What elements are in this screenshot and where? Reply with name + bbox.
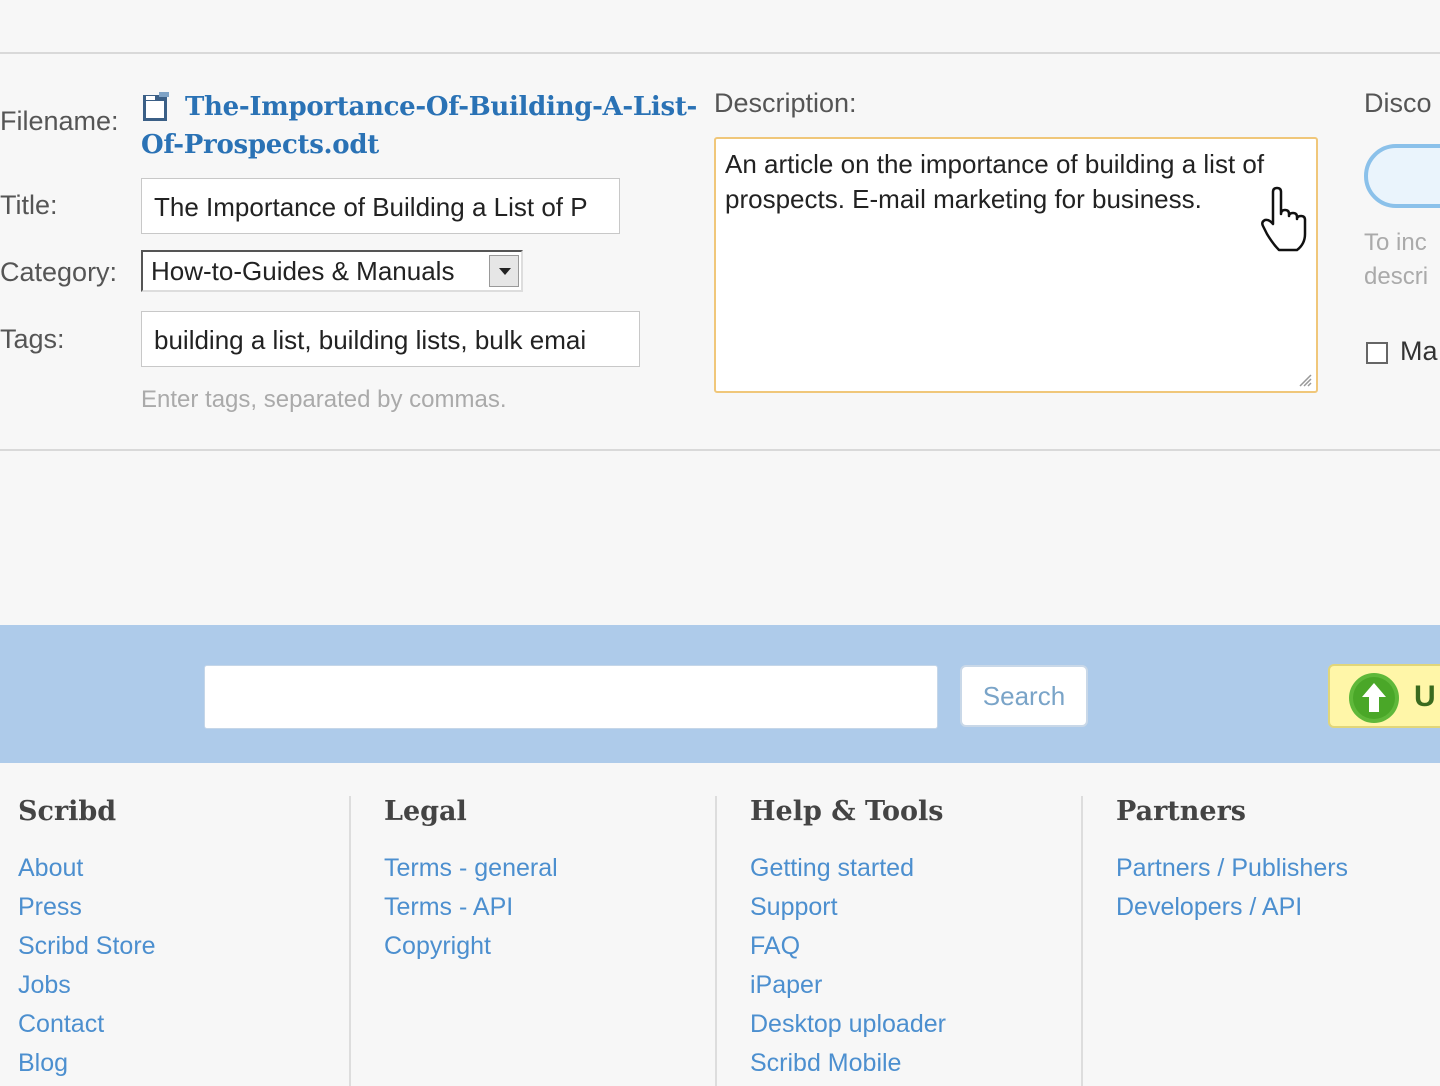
footer-separator [349, 796, 351, 1086]
footer-separator [715, 796, 717, 1086]
category-selected-value: How-to-Guides & Manuals [151, 256, 455, 286]
upload-arrow-icon [1349, 673, 1399, 723]
footer-column-partners: Partners Partners / Publishers Developer… [1116, 796, 1348, 927]
tags-hint: Enter tags, separated by commas. [141, 386, 507, 413]
title-input[interactable]: The Importance of Building a List of P [141, 178, 620, 234]
footer-link-about[interactable]: About [18, 849, 156, 888]
hand-cursor-icon [1261, 186, 1307, 252]
footer-heading: Partners [1116, 796, 1247, 827]
upload-button[interactable]: U [1328, 664, 1440, 728]
description-text: An article on the importance of building… [725, 149, 1265, 214]
footer-column-legal: Legal Terms - general Terms - API Copyri… [384, 796, 558, 966]
filename-link[interactable]: The-Importance-Of-Building-A-List-Of-Pro… [141, 88, 701, 164]
category-select[interactable]: How-to-Guides & Manuals [141, 250, 523, 292]
tags-label: Tags: [0, 324, 65, 354]
footer-heading: Legal [384, 796, 467, 827]
description-textarea[interactable]: An article on the importance of building… [714, 137, 1318, 393]
search-input[interactable] [204, 665, 938, 729]
footer-column-help-tools: Help & Tools Getting started Support FAQ… [750, 796, 946, 1083]
sidebar-checkbox[interactable] [1366, 342, 1388, 364]
title-label: Title: [0, 190, 58, 220]
footer-link-desktop-uploader[interactable]: Desktop uploader [750, 1005, 946, 1044]
footer-link-ipaper[interactable]: iPaper [750, 966, 946, 1005]
category-label: Category: [0, 257, 118, 287]
dropdown-arrow-icon[interactable] [489, 255, 519, 287]
footer-separator [1081, 796, 1083, 1086]
footer-link-support[interactable]: Support [750, 888, 946, 927]
filename-label: Filename: [0, 106, 119, 136]
footer-link-jobs[interactable]: Jobs [18, 966, 156, 1005]
footer-link-getting-started[interactable]: Getting started [750, 849, 946, 888]
footer-link-terms-api[interactable]: Terms - API [384, 888, 558, 927]
footer-link-press[interactable]: Press [18, 888, 156, 927]
footer-link-partners-publishers[interactable]: Partners / Publishers [1116, 849, 1348, 888]
form-divider [0, 449, 1440, 451]
footer-link-terms-general[interactable]: Terms - general [384, 849, 558, 888]
footer-link-copyright[interactable]: Copyright [384, 927, 558, 966]
footer-heading: Scribd [18, 796, 117, 827]
footer-link-faq[interactable]: FAQ [750, 927, 946, 966]
footer-link-scribd-store[interactable]: Scribd Store [18, 927, 156, 966]
footer-link-scribd-mobile[interactable]: Scribd Mobile [750, 1044, 946, 1083]
footer-heading: Help & Tools [750, 796, 944, 827]
footer-link-contact[interactable]: Contact [18, 1005, 156, 1044]
search-button[interactable]: Search [960, 665, 1088, 727]
sidebar-heading: Disco [1364, 88, 1432, 118]
sidebar-checkbox-label: Ma [1400, 336, 1438, 366]
footer-link-developers-api[interactable]: Developers / API [1116, 888, 1348, 927]
upload-button-label: U [1414, 680, 1436, 713]
footer-link-blog[interactable]: Blog [18, 1044, 156, 1083]
top-divider [0, 52, 1440, 54]
resize-grip-icon[interactable] [1298, 373, 1312, 387]
sidebar-note: To inc descri [1364, 229, 1429, 290]
sidebar-pill-button[interactable] [1364, 144, 1440, 208]
description-label: Description: [714, 88, 857, 118]
footer-column-scribd: Scribd About Press Scribd Store Jobs Con… [18, 796, 156, 1083]
tags-input[interactable]: building a list, building lists, bulk em… [141, 311, 640, 367]
